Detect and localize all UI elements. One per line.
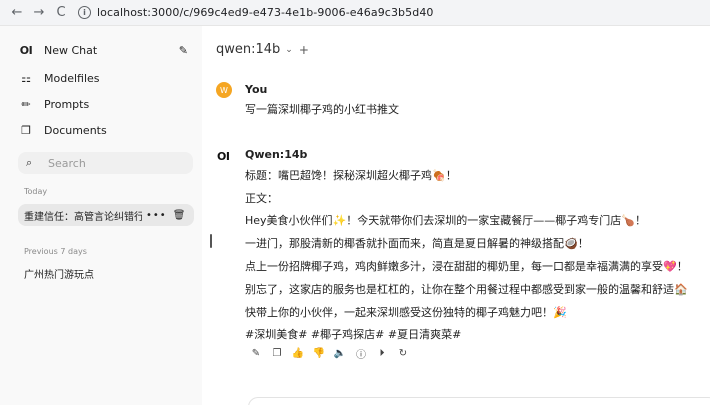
compose-icon[interactable]: ✎ (179, 44, 188, 57)
sidebar-resize-handle[interactable] (210, 234, 212, 248)
regenerate-icon[interactable]: ↻ (395, 348, 411, 359)
search-icon: ⌕ (26, 156, 33, 169)
sidebar-item-label: Documents (44, 124, 107, 137)
section-previous-7-days: Previous 7 days (24, 247, 87, 256)
assistant-line: 别忘了，这家店的服务也是杠杠的，让你在整个用餐过程中都感受到家一般的温馨和舒适🏠 (245, 283, 688, 296)
sidebar: OI New Chat ✎ ⚏ Modelfiles ✏ Prompts ❐ D… (0, 26, 202, 405)
browser-toolbar: ← → C i localhost:3000/c/969c4ed9-e473-4… (0, 0, 710, 26)
chevron-down-icon[interactable]: ⌄ (285, 45, 293, 55)
site-info-icon[interactable]: i (78, 6, 91, 19)
speaker-icon[interactable]: 🔈 (332, 348, 348, 359)
assistant-line: 点上一份招牌椰子鸡，鸡肉鲜嫩多汁，浸在甜甜的椰奶里，每一口都是幸福满满的享受💖！ (245, 260, 688, 273)
assistant-line: Hey美食小伙伴们✨！今天就带你们去深圳的一家宝藏餐厅——椰子鸡专门店🍗！ (245, 214, 646, 227)
modelfiles-icon: ⚏ (21, 72, 31, 85)
add-model-icon[interactable]: + (299, 43, 309, 57)
assistant-line: 快带上你的小伙伴，一起来深圳感受这份独特的椰子鸡魅力吧！🎉 (245, 306, 567, 319)
logo-icon: OI (19, 44, 33, 57)
pencil-icon: ✏ (21, 98, 31, 111)
assistant-avatar: OI (217, 150, 230, 163)
sidebar-item-prompts[interactable]: ✏ Prompts (18, 98, 89, 111)
documents-icon: ❐ (21, 124, 31, 137)
assistant-line: 一进门，那股清新的椰香就扑面而来，简直是夏日解暑的神级搭配🥥！ (245, 237, 589, 250)
chat-item[interactable]: 重建信任：高管言论纠错行动 ••• 🗑 (18, 204, 194, 226)
search-input[interactable]: ⌕ Search (18, 152, 193, 174)
assistant-line: #深圳美食# #椰子鸡探店# #夏日清爽菜# (245, 328, 462, 341)
search-placeholder: Search (48, 156, 86, 170)
forward-arrow-icon[interactable]: → (28, 2, 50, 24)
sidebar-item-documents[interactable]: ❐ Documents (18, 124, 107, 137)
chat-title: 广州热门游玩点 (24, 269, 94, 281)
info-icon[interactable]: ⓘ (353, 346, 369, 361)
sidebar-item-modelfiles[interactable]: ⚏ Modelfiles (18, 72, 100, 85)
chat-item[interactable]: 广州热门游玩点 (18, 262, 194, 284)
archive-icon[interactable]: 🗑 (173, 210, 186, 221)
back-arrow-icon[interactable]: ← (6, 2, 28, 24)
play-icon[interactable]: ⏵ (374, 348, 390, 359)
user-message: 写一篇深圳椰子鸡的小红书推文 (245, 103, 399, 116)
chat-input[interactable] (248, 397, 710, 405)
assistant-line: 标题：嘴巴超馋！探秘深圳超火椰子鸡🍖！ (245, 169, 457, 182)
more-options-icon[interactable]: ••• (146, 210, 167, 221)
copy-icon[interactable]: ❐ (269, 348, 285, 359)
model-name[interactable]: qwen:14b (216, 42, 280, 57)
new-chat-label: New Chat (44, 44, 98, 57)
assistant-name: Qwen:14b (245, 148, 308, 161)
assistant-line: 正文： (245, 192, 278, 205)
user-name: You (245, 83, 268, 96)
reload-icon[interactable]: C (50, 2, 72, 24)
url-text[interactable]: localhost:3000/c/969c4ed9-e473-4e1b-9006… (97, 6, 434, 19)
message-actions: ✎ ❐ 👍 👎 🔈 ⓘ ⏵ ↻ (248, 346, 416, 361)
sidebar-item-label: Prompts (44, 98, 90, 111)
edit-icon[interactable]: ✎ (248, 348, 264, 359)
chat-title: 重建信任：高管言论纠错行动 (24, 211, 142, 223)
model-selector[interactable]: qwen:14b ⌄ + (216, 42, 309, 57)
section-today: Today (24, 187, 48, 196)
address-bar[interactable]: i localhost:3000/c/969c4ed9-e473-4e1b-90… (78, 3, 434, 23)
thumbs-up-icon[interactable]: 👍 (290, 348, 306, 359)
user-avatar: W (216, 82, 232, 98)
new-chat-button[interactable]: OI New Chat ✎ (18, 44, 188, 57)
sidebar-item-label: Modelfiles (44, 72, 100, 85)
thumbs-down-icon[interactable]: 👎 (311, 348, 327, 359)
